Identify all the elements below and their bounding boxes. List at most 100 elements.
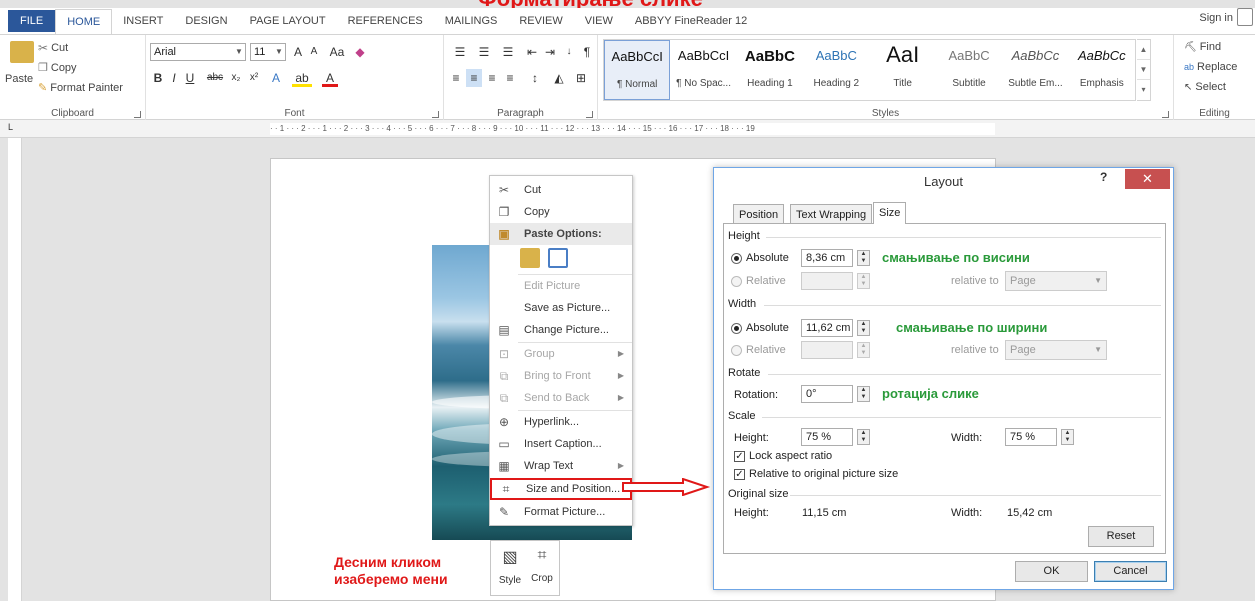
increase-indent-icon[interactable]: ⇥ <box>542 43 558 61</box>
scale-width-spinner[interactable]: ▲ ▼ <box>1061 429 1074 445</box>
reset-button[interactable]: Reset <box>1088 526 1154 547</box>
scale-height-input[interactable]: 75 % <box>801 428 853 446</box>
width-relative-spinner[interactable]: ▲ ▼ <box>857 342 870 358</box>
account-icon[interactable] <box>1237 8 1253 26</box>
menu-item-change-picture[interactable]: ▤ Change Picture... <box>490 319 632 341</box>
scale-height-spinner[interactable]: ▲ ▼ <box>857 429 870 445</box>
paste-keep-icon[interactable] <box>520 248 540 268</box>
format-painter-button[interactable]: ✎ Format Painter <box>38 81 123 95</box>
menu-item-group[interactable]: ⊡ Group ▶ <box>490 343 632 365</box>
style-normal[interactable]: AaBbCcI ¶ Normal <box>604 40 671 100</box>
help-icon[interactable]: ? <box>1100 170 1107 184</box>
menu-item-send-to-back[interactable]: ⧉ Send to Back ▶ <box>490 387 632 409</box>
menu-item-bring-to-front[interactable]: ⧉ Bring to Front ▶ <box>490 365 632 387</box>
menu-item-hyperlink[interactable]: ⊕ Hyperlink... <box>490 411 632 433</box>
multilevel-list-icon[interactable]: ☰ <box>498 43 518 61</box>
borders-icon[interactable]: ⊞ <box>572 69 590 87</box>
width-relative-to-select[interactable]: Page ▼ <box>1005 340 1107 360</box>
vertical-ruler[interactable] <box>8 138 22 601</box>
ok-button[interactable]: OK <box>1015 561 1088 582</box>
menu-item-edit-picture[interactable]: Edit Picture <box>490 275 632 297</box>
tab-file[interactable]: FILE <box>8 10 56 32</box>
horizontal-ruler[interactable]: L · · 1 · · · 2 · · · 1 · · · 2 · · · 3 … <box>0 120 1255 138</box>
height-absolute-input[interactable]: 8,36 cm <box>801 249 853 267</box>
font-launcher-icon[interactable] <box>432 111 439 118</box>
menu-item-wrap-text[interactable]: ▦ Wrap Text ▶ <box>490 455 632 477</box>
width-spinner[interactable]: ▲ ▼ <box>857 320 870 336</box>
style-heading-2[interactable]: AaBbC Heading 2 <box>803 40 869 100</box>
bold-icon[interactable]: B <box>152 69 164 87</box>
clipboard-launcher-icon[interactable] <box>134 111 141 118</box>
width-relative-input[interactable] <box>801 341 853 359</box>
style-emphasis[interactable]: AaBbCc Emphasis <box>1069 40 1135 100</box>
tab-page-layout[interactable]: PAGE LAYOUT <box>239 9 337 33</box>
tab-selector[interactable]: L <box>8 122 20 134</box>
cut-button[interactable]: ✂ Cut <box>38 41 68 55</box>
lock-aspect-checkbox[interactable]: ✓ <box>734 451 745 462</box>
chevron-down-icon[interactable]: ▼ <box>1137 60 1150 80</box>
align-left-icon[interactable]: ≡ <box>448 69 464 87</box>
decrease-indent-icon[interactable]: ⇤ <box>524 43 540 61</box>
line-spacing-icon[interactable]: ↕ <box>526 69 544 87</box>
more-icon[interactable]: ▾ <box>1137 80 1150 100</box>
width-relative-radio[interactable] <box>731 345 742 356</box>
height-spinner[interactable]: ▲ ▼ <box>857 250 870 266</box>
tab-abbyy[interactable]: ABBYY FineReader 12 <box>624 9 758 33</box>
style-subtitle[interactable]: AaBbC Subtitle <box>936 40 1002 100</box>
rotation-spinner[interactable]: ▲ ▼ <box>857 386 870 402</box>
paragraph-launcher-icon[interactable] <box>586 111 593 118</box>
find-button[interactable]: ⛏ Find <box>1184 41 1221 53</box>
text-effects-icon[interactable]: A <box>268 69 284 87</box>
close-icon[interactable]: ✕ <box>1125 169 1170 189</box>
sign-in-link[interactable]: Sign in <box>1199 12 1233 24</box>
style-no-spacing[interactable]: AaBbCcI ¶ No Spac... <box>670 40 736 100</box>
chevron-up-icon[interactable]: ▲ <box>1137 40 1150 60</box>
width-absolute-radio[interactable] <box>731 323 742 334</box>
style-heading-1[interactable]: AaBbC Heading 1 <box>737 40 803 100</box>
menu-item-size-and-position[interactable]: ⌗ Size and Position... <box>490 478 632 500</box>
height-relative-input[interactable] <box>801 272 853 290</box>
relative-original-checkbox[interactable]: ✓ <box>734 469 745 480</box>
tab-position[interactable]: Position <box>733 204 785 224</box>
tab-view[interactable]: VIEW <box>574 9 624 33</box>
tab-review[interactable]: REVIEW <box>508 9 573 33</box>
tab-home[interactable]: HOME <box>55 9 113 35</box>
crop-button[interactable]: ⌗ Crop <box>527 547 557 584</box>
paste-button[interactable]: Paste <box>5 73 33 85</box>
clear-formatting-icon[interactable]: ◆ <box>353 43 367 61</box>
tab-insert[interactable]: INSERT <box>112 9 174 33</box>
align-center-icon[interactable]: ≡ <box>466 69 482 87</box>
height-relative-to-select[interactable]: Page ▼ <box>1005 271 1107 291</box>
height-relative-radio[interactable] <box>731 276 742 287</box>
shrink-font-icon[interactable]: A <box>307 43 321 61</box>
height-relative-spinner[interactable]: ▲ ▼ <box>857 273 870 289</box>
shading-icon[interactable]: ◭ <box>550 69 568 87</box>
strikethrough-icon[interactable]: abc <box>204 69 226 87</box>
tab-text-wrapping[interactable]: Text Wrapping <box>790 204 873 224</box>
styles-gallery-scroll[interactable]: ▲ ▼ ▾ <box>1137 39 1151 101</box>
sort-icon[interactable]: ↓ <box>562 43 576 61</box>
font-family-select[interactable]: Arial ▼ <box>150 43 246 61</box>
tab-mailings[interactable]: MAILINGS <box>434 9 509 33</box>
subscript-icon[interactable]: x₂ <box>228 69 244 87</box>
menu-item-insert-caption[interactable]: ▭ Insert Caption... <box>490 433 632 455</box>
bullets-icon[interactable]: ☰ <box>450 43 470 61</box>
menu-item-format-picture[interactable]: ✎ Format Picture... <box>490 501 632 523</box>
style-subtle-emphasis[interactable]: AaBbCc Subtle Em... <box>1002 40 1068 100</box>
paste-picture-icon[interactable] <box>548 248 568 268</box>
width-absolute-input[interactable]: 11,62 cm <box>801 319 853 337</box>
numbering-icon[interactable]: ☰ <box>474 43 494 61</box>
menu-item-copy[interactable]: ❐ Copy <box>490 201 632 223</box>
tab-references[interactable]: REFERENCES <box>337 9 434 33</box>
highlight-icon[interactable]: ab <box>292 69 312 87</box>
tab-size[interactable]: Size <box>873 202 907 224</box>
paste-icon[interactable] <box>10 41 34 63</box>
styles-launcher-icon[interactable] <box>1162 111 1169 118</box>
font-color-icon[interactable]: A <box>322 69 338 87</box>
underline-icon[interactable]: U <box>184 69 196 87</box>
replace-button[interactable]: ab Replace <box>1184 61 1237 73</box>
menu-item-save-as-picture[interactable]: Save as Picture... <box>490 297 632 319</box>
menu-item-cut[interactable]: ✂ Cut <box>490 179 632 201</box>
tab-design[interactable]: DESIGN <box>174 9 238 33</box>
grow-font-icon[interactable]: A <box>291 43 305 61</box>
